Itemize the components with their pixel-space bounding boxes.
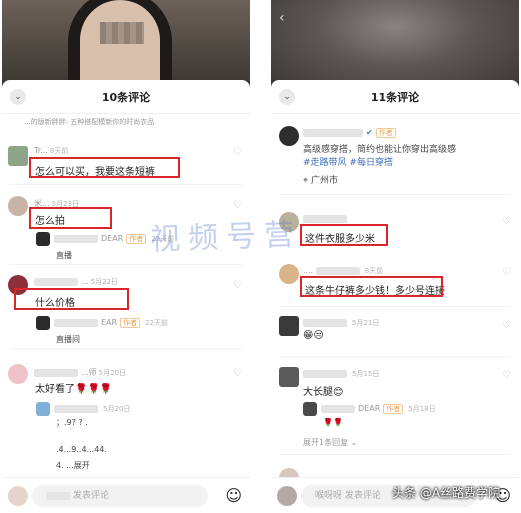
divider bbox=[10, 184, 242, 185]
comment-text: 大长腿😊 bbox=[303, 387, 344, 398]
avatar[interactable] bbox=[36, 316, 50, 330]
comment-username[interactable]: .... 8天前 bbox=[303, 266, 383, 276]
avatar[interactable] bbox=[279, 316, 299, 336]
comment-input-bar: 发表评论 ☺ bbox=[2, 477, 250, 513]
reply-text: .4...9..4...44. bbox=[56, 445, 107, 454]
divider bbox=[10, 348, 242, 349]
comment-date: 8天前 bbox=[49, 147, 69, 155]
hashtag-links[interactable]: #走路带风 #每日穿搭 bbox=[303, 155, 393, 168]
author-post-text: 高级感穿搭，简约也能让你穿出高级感 bbox=[303, 145, 457, 155]
author-badge: 作者 bbox=[120, 318, 141, 328]
back-arrow-icon[interactable]: ‹ bbox=[279, 10, 285, 26]
video-preview[interactable] bbox=[2, 0, 250, 90]
heart-icon[interactable]: ♡ bbox=[233, 280, 242, 291]
avatar[interactable] bbox=[279, 367, 299, 387]
avatar[interactable] bbox=[36, 232, 50, 246]
heart-icon[interactable]: ♡ bbox=[502, 320, 511, 331]
right-screenshot: ‹ ⌄ 11条评论 ✔ 作者 高级感穿搭，简约也能让你穿出高级感 #走路带风 #每… bbox=[271, 0, 519, 513]
partial-comment: ...的版新胖胖: 五种搭配模新你的时尚衣品 bbox=[24, 118, 155, 126]
blurred-video bbox=[271, 0, 519, 90]
comment-username[interactable]: 5月21日 bbox=[303, 318, 379, 328]
comment-text: 太好看了🌹🌹🌹 bbox=[35, 384, 113, 395]
expand-replies-link[interactable]: 展开1条回复 ⌄ bbox=[303, 437, 357, 448]
location-pin-icon: ⌖ bbox=[303, 176, 309, 186]
comment-username[interactable]: ...师 5月20日 bbox=[34, 367, 126, 378]
heart-icon[interactable]: ♡ bbox=[233, 147, 242, 158]
author-username[interactable]: ✔ 作者 bbox=[303, 128, 399, 138]
highlight-box bbox=[300, 224, 388, 246]
comment-date: 5月20日 bbox=[98, 369, 127, 377]
avatar[interactable] bbox=[8, 364, 28, 384]
avatar[interactable] bbox=[303, 402, 317, 416]
location-tag[interactable]: ⌖ 广州市 bbox=[303, 173, 338, 186]
avatar bbox=[8, 486, 28, 506]
highlight-box bbox=[14, 288, 129, 310]
comment-date: 5月22日 bbox=[90, 278, 119, 286]
highlight-box bbox=[300, 276, 443, 297]
avatar bbox=[277, 486, 297, 506]
heart-icon[interactable]: ♡ bbox=[502, 216, 511, 227]
avatar[interactable] bbox=[279, 264, 299, 284]
heart-icon[interactable]: ♡ bbox=[233, 200, 242, 211]
verified-icon: ✔ bbox=[366, 128, 373, 137]
divider bbox=[279, 356, 511, 357]
comment-count-title: 11条评论 bbox=[370, 90, 420, 104]
avatar[interactable] bbox=[8, 146, 28, 166]
reply-username[interactable]: DEAR 作者 5月18日 bbox=[321, 404, 436, 414]
author-badge: 作者 bbox=[126, 234, 147, 244]
heart-icon[interactable]: ♡ bbox=[502, 267, 511, 278]
reply-username[interactable]: EAR 作者 22天前 bbox=[54, 318, 168, 328]
comment-username[interactable]: Tr... 8天前 bbox=[34, 146, 68, 156]
chevron-down-icon[interactable]: ⌄ bbox=[279, 89, 295, 105]
divider bbox=[10, 264, 242, 265]
comment-date: 5月21日 bbox=[352, 319, 380, 327]
author-badge: 作者 bbox=[375, 128, 396, 138]
divider bbox=[279, 194, 511, 195]
left-screenshot: ⌄ 10条评论 ...的版新胖胖: 五种搭配模新你的时尚衣品 Tr... 8天前 … bbox=[2, 0, 250, 513]
heart-icon[interactable]: ♡ bbox=[233, 368, 242, 379]
reply-text: ；.9? ? . bbox=[56, 418, 88, 427]
video-preview[interactable]: ‹ bbox=[271, 0, 519, 90]
comment-input[interactable]: 发表评论 bbox=[32, 485, 208, 507]
author-badge: 作者 bbox=[383, 404, 404, 414]
heart-icon[interactable]: ♡ bbox=[502, 370, 511, 381]
comment-text: 😁😒 bbox=[303, 330, 324, 341]
comment-sheet: ⌄ 10条评论 ...的版新胖胖: 五种搭配模新你的时尚衣品 Tr... 8天前 … bbox=[2, 80, 250, 513]
comment-header: ⌄ 10条评论 bbox=[2, 80, 250, 114]
chevron-down-icon[interactable]: ⌄ bbox=[10, 89, 26, 105]
divider bbox=[279, 454, 511, 455]
divider bbox=[279, 306, 511, 307]
reply-text: 直播间 bbox=[56, 335, 80, 344]
avatar[interactable] bbox=[8, 196, 28, 216]
reply-text: 🌹🌹 bbox=[323, 418, 343, 427]
expand-link[interactable]: 4. ...展开 bbox=[56, 460, 90, 471]
comment-header: ⌄ 11条评论 bbox=[271, 80, 519, 114]
comment-username[interactable] bbox=[303, 214, 350, 223]
comment-date: 5月15日 bbox=[352, 370, 380, 378]
mosaic-blur bbox=[100, 22, 144, 44]
reply-text: 直播 bbox=[56, 251, 72, 260]
comment-username[interactable]: ... 5月22日 bbox=[34, 277, 118, 287]
source-credit: 头条 @A丝路费学院 bbox=[392, 486, 501, 500]
avatar[interactable] bbox=[36, 402, 50, 416]
comment-date: 8天前 bbox=[364, 267, 384, 275]
comment-sheet: ⌄ 11条评论 ✔ 作者 高级感穿搭，简约也能让你穿出高级感 #走路带风 #每日穿… bbox=[271, 80, 519, 513]
emoji-icon[interactable]: ☺ bbox=[225, 486, 242, 505]
comment-username[interactable]: 5月15日 bbox=[303, 369, 379, 379]
reply-username[interactable]: 5月20日 bbox=[54, 404, 130, 414]
comment-count-title: 10条评论 bbox=[101, 90, 151, 104]
highlight-box bbox=[29, 207, 112, 229]
avatar[interactable] bbox=[279, 126, 299, 146]
highlight-box bbox=[29, 157, 180, 178]
person-face bbox=[80, 0, 160, 90]
watermark: 视频号营 bbox=[149, 217, 303, 258]
